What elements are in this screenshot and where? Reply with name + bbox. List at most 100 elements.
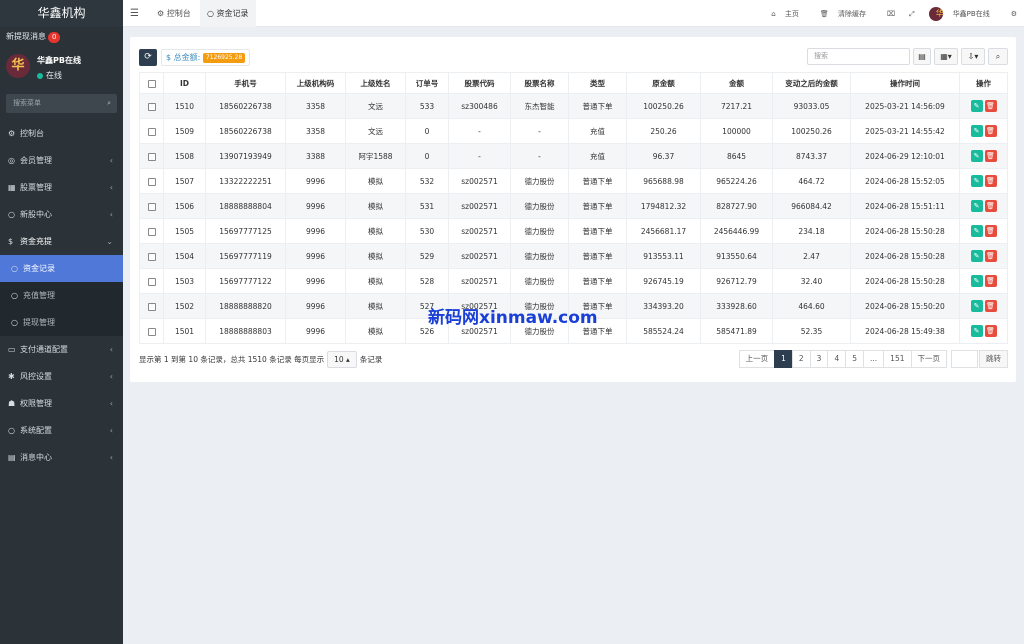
delete-button[interactable]: 🗑: [984, 100, 997, 112]
phone-link[interactable]: 13907193949: [205, 143, 286, 169]
row-checkbox[interactable]: [147, 227, 156, 236]
edit-button[interactable]: ✎: [970, 225, 983, 237]
settings-icon[interactable]: ⚙: [1004, 1, 1024, 28]
columns-button[interactable]: ▦▾: [934, 48, 958, 65]
edit-button[interactable]: ✎: [970, 250, 983, 262]
row-actions-cell: ✎ 🗑: [959, 168, 1008, 194]
phone-link[interactable]: 18888888804: [205, 193, 286, 219]
phone-link[interactable]: 15697777122: [205, 268, 286, 294]
sidebar-item-permissions[interactable]: ☗ 权限管理 ‹: [0, 390, 123, 417]
row-checkbox[interactable]: [147, 177, 156, 186]
phone-link[interactable]: 18888888803: [205, 318, 286, 344]
main-panel: ⟳ $ 总金额: 7126925.28 搜索 ▤ ▦▾ ⇩▾ ⌕ ID 手机号 上级机构码 上级…: [130, 37, 1016, 382]
row-checkbox[interactable]: [147, 327, 156, 336]
tab-dashboard[interactable]: ⚙ 控制台: [150, 0, 198, 27]
fullscreen-icon[interactable]: ⤢: [902, 1, 922, 28]
delete-button[interactable]: 🗑: [984, 125, 997, 137]
row-checkbox[interactable]: [147, 277, 156, 286]
withdraw-notice[interactable]: 新提现消息 0: [0, 27, 123, 47]
phone-link[interactable]: 13322222251: [205, 168, 286, 194]
row-checkbox[interactable]: [147, 102, 156, 111]
sidebar-item-ipo[interactable]: ○ 新股中心 ‹: [0, 201, 123, 228]
sidebar-item-funds[interactable]: $ 资金充提 ⌄: [0, 228, 123, 255]
page-button[interactable]: 5: [845, 350, 865, 368]
page-button[interactable]: 151: [883, 350, 912, 368]
edit-button[interactable]: ✎: [970, 175, 983, 187]
table-cell: sz002571: [448, 218, 511, 244]
delete-button[interactable]: 🗑: [984, 300, 997, 312]
menu-toggle-icon[interactable]: ☰: [130, 0, 139, 27]
delete-button[interactable]: 🗑: [984, 325, 997, 337]
toggle-view-button[interactable]: ▤: [913, 48, 931, 65]
brand-logo[interactable]: 华鑫机构: [0, 0, 123, 27]
avatar[interactable]: 华: [6, 54, 30, 78]
sidebar-item-fund-records[interactable]: ○ 资金记录: [0, 255, 123, 282]
tab-fund-records[interactable]: ○ 资金记录: [200, 0, 256, 27]
delete-button[interactable]: 🗑: [984, 225, 997, 237]
refresh-button[interactable]: ⟳: [139, 49, 157, 66]
edit-button[interactable]: ✎: [970, 325, 983, 337]
circle-icon: ○: [11, 318, 18, 327]
row-checkbox[interactable]: [147, 127, 156, 136]
home-link[interactable]: ⌂ 主页: [764, 1, 813, 28]
search-icon[interactable]: ⌕: [107, 94, 111, 113]
phone-link[interactable]: 18888888820: [205, 293, 286, 319]
next-page-button[interactable]: 下一页: [910, 350, 947, 368]
column-header: 变动之后的金额: [772, 72, 851, 94]
row-checkbox[interactable]: [147, 252, 156, 261]
sidebar-item-messages[interactable]: ▤ 消息中心 ‹: [0, 444, 123, 471]
select-all-cell: [139, 72, 164, 94]
sidebar-item-members[interactable]: ◎ 会员管理 ‹: [0, 147, 123, 174]
table-cell: 模拟: [345, 218, 406, 244]
delete-button[interactable]: 🗑: [984, 150, 997, 162]
delete-button[interactable]: 🗑: [984, 200, 997, 212]
page-button[interactable]: 3: [809, 350, 829, 368]
sidebar-item-risk[interactable]: ✱ 风控设置 ‹: [0, 363, 123, 390]
pagination-info: 显示第 1 到第 10 条记录，总共 1510 条记录 每页显示 10 ▴ 条记录: [139, 351, 382, 368]
clear-cache-button[interactable]: 🗑 清除缓存: [813, 1, 880, 28]
phone-link[interactable]: 15697777125: [205, 218, 286, 244]
row-checkbox[interactable]: [147, 152, 156, 161]
edit-button[interactable]: ✎: [970, 275, 983, 287]
sidebar-item-payment[interactable]: ▭ 支付通道配置 ‹: [0, 336, 123, 363]
chevron-left-icon: ‹: [109, 453, 113, 462]
page-button[interactable]: 1: [774, 350, 793, 368]
sidebar-item-recharge[interactable]: ○ 充值管理: [0, 282, 123, 309]
page-size-select[interactable]: 10 ▴: [327, 351, 357, 368]
row-checkbox[interactable]: [147, 302, 156, 311]
sidebar-search-input[interactable]: 搜索菜单 ⌕: [6, 94, 117, 113]
advanced-search-button[interactable]: ⌕: [988, 48, 1008, 65]
phone-link[interactable]: 18560226738: [205, 118, 286, 144]
export-button[interactable]: ⇩▾: [961, 48, 985, 65]
sidebar-item-stocks[interactable]: ▦ 股票管理 ‹: [0, 174, 123, 201]
column-header: 上级机构码: [285, 72, 346, 94]
edit-button[interactable]: ✎: [970, 300, 983, 312]
select-all-checkbox[interactable]: [147, 79, 156, 88]
edit-button[interactable]: ✎: [970, 200, 983, 212]
phone-link[interactable]: 15697777119: [205, 243, 286, 269]
pencil-icon: ✎: [973, 152, 980, 160]
delete-button[interactable]: 🗑: [984, 275, 997, 287]
table-cell: 100000: [700, 118, 773, 144]
row-checkbox[interactable]: [147, 202, 156, 211]
user-menu[interactable]: 华华鑫PB在线: [922, 1, 1004, 28]
edit-button[interactable]: ✎: [970, 125, 983, 137]
phone-link[interactable]: 18560226738: [205, 93, 286, 119]
table-cell: 9996: [285, 268, 346, 294]
table-search-input[interactable]: 搜索: [807, 48, 910, 65]
prev-page-button[interactable]: 上一页: [738, 350, 776, 368]
delete-button[interactable]: 🗑: [984, 250, 997, 262]
jump-button[interactable]: 跳转: [979, 350, 1008, 368]
page-button[interactable]: 4: [827, 350, 847, 368]
row-select-cell: [139, 318, 164, 344]
sidebar-item-dashboard[interactable]: ⚙ 控制台: [0, 120, 123, 147]
chevron-left-icon: ‹: [109, 183, 113, 192]
edit-button[interactable]: ✎: [970, 100, 983, 112]
edit-button[interactable]: ✎: [970, 150, 983, 162]
sidebar-item-system[interactable]: ○ 系统配置 ‹: [0, 417, 123, 444]
page-button[interactable]: 2: [791, 350, 811, 368]
sidebar-item-withdraw[interactable]: ○ 提现管理: [0, 309, 123, 336]
jump-page-input[interactable]: [951, 350, 978, 368]
language-icon[interactable]: ⌧: [880, 1, 902, 28]
delete-button[interactable]: 🗑: [984, 175, 997, 187]
